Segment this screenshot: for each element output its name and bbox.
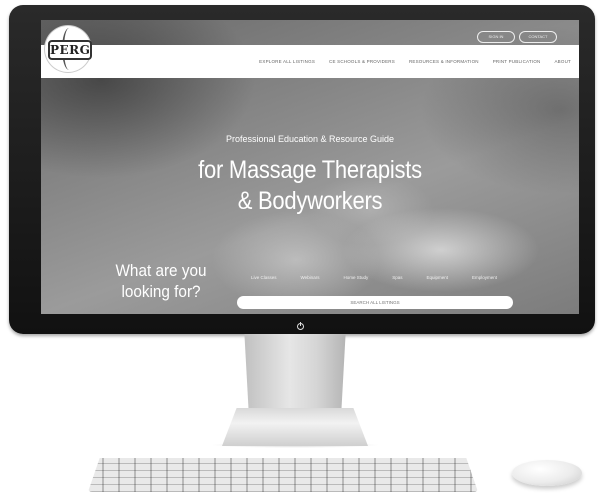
category-live-classes[interactable]: Live Classes: [251, 275, 277, 280]
category-employment[interactable]: Employment: [472, 275, 497, 280]
header-buttons: SIGN IN CONTACT: [477, 31, 557, 43]
keyboard: [88, 458, 478, 492]
nav-about[interactable]: ABOUT: [554, 59, 571, 64]
logo-text: PERG: [48, 40, 92, 60]
hero-title-line1: for Massage Therapists: [198, 156, 422, 184]
search-heading: What are you looking for?: [98, 260, 224, 302]
power-icon[interactable]: [297, 322, 304, 330]
monitor-stand-neck: [244, 334, 346, 414]
mouse: [512, 460, 582, 486]
nav-explore-listings[interactable]: EXPLORE ALL LISTINGS: [259, 59, 315, 64]
hero-subtitle: Professional Education & Resource Guide: [225, 134, 395, 144]
search-heading-line2: looking for?: [121, 282, 201, 301]
nav-ce-schools[interactable]: CE SCHOOLS & PROVIDERS: [329, 59, 395, 64]
category-equipment[interactable]: Equipment: [426, 275, 448, 280]
category-webinars[interactable]: Webinars: [301, 275, 320, 280]
navbar: EXPLORE ALL LISTINGS CE SCHOOLS & PROVID…: [41, 45, 579, 78]
imac-monitor: SIGN IN CONTACT EXPLORE ALL LISTINGS CE …: [9, 5, 595, 334]
category-links: Live Classes Webinars Home Study Spas Eq…: [251, 275, 497, 280]
screen: SIGN IN CONTACT EXPLORE ALL LISTINGS CE …: [41, 20, 579, 314]
search-heading-line1: What are you: [115, 261, 207, 280]
category-spas[interactable]: Spas: [392, 275, 402, 280]
hero-title-line2: & Bodyworkers: [237, 187, 383, 215]
hero-title: for Massage Therapists & Bodyworkers: [73, 155, 546, 217]
nav-print-publication[interactable]: PRINT PUBLICATION: [493, 59, 541, 64]
nav-links: EXPLORE ALL LISTINGS CE SCHOOLS & PROVID…: [259, 45, 571, 78]
monitor-stand-base: [222, 408, 368, 446]
search-input[interactable]: [237, 296, 513, 309]
contact-button[interactable]: CONTACT: [519, 31, 557, 43]
nav-resources[interactable]: RESOURCES & INFORMATION: [409, 59, 479, 64]
site-logo[interactable]: PERG: [45, 26, 92, 72]
category-home-study[interactable]: Home Study: [343, 275, 368, 280]
sign-in-button[interactable]: SIGN IN: [477, 31, 515, 43]
